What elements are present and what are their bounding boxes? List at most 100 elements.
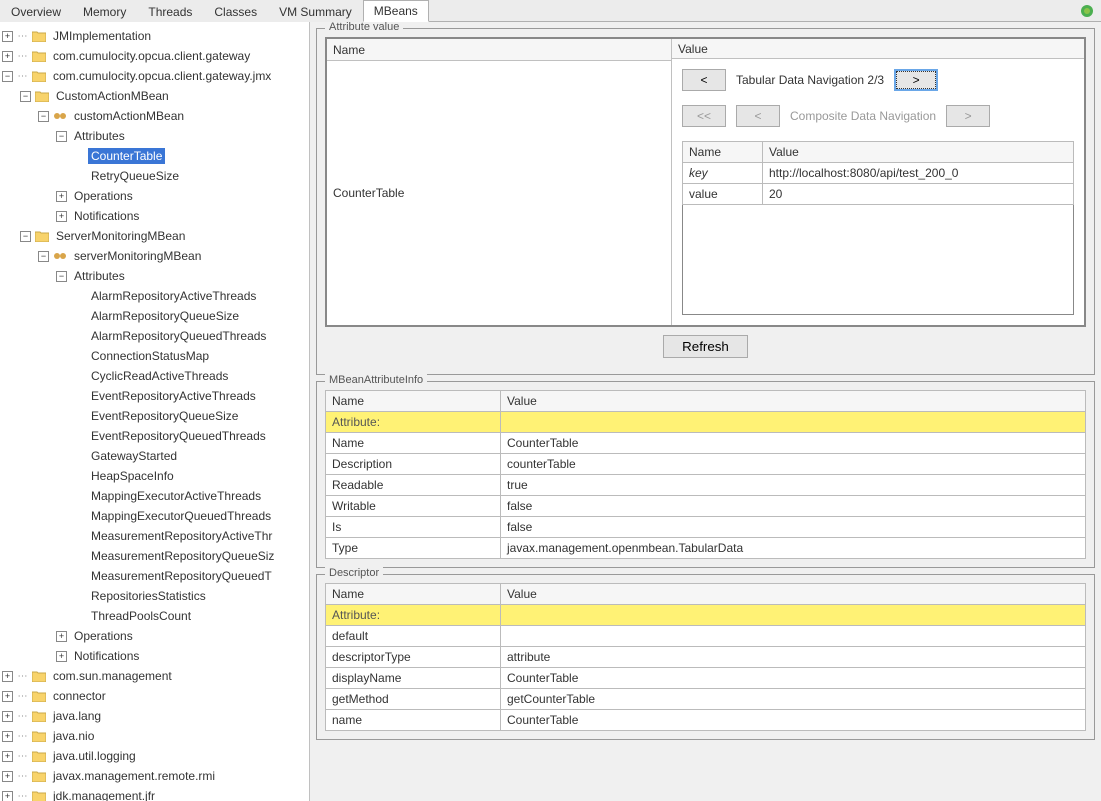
tree-item[interactable]: CustomActionMBean: [53, 88, 172, 104]
expand-icon[interactable]: +: [56, 651, 67, 662]
refresh-button[interactable]: Refresh: [663, 335, 748, 358]
tree-item[interactable]: java.util.logging: [50, 748, 139, 764]
expand-icon[interactable]: +: [2, 731, 13, 742]
tree-item[interactable]: MeasurementRepositoryQueuedT: [88, 568, 275, 584]
table-cell[interactable]: http://localhost:8080/api/test_200_0: [763, 163, 1074, 184]
tree-item[interactable]: AlarmRepositoryQueuedThreads: [88, 328, 269, 344]
tabular-prev-button[interactable]: <: [682, 69, 726, 91]
table-cell[interactable]: value: [683, 184, 763, 205]
tree-item[interactable]: RetryQueueSize: [88, 168, 182, 184]
table-cell[interactable]: getMethod: [326, 689, 501, 710]
col-header-value[interactable]: Value: [501, 391, 1086, 412]
expand-icon[interactable]: +: [2, 691, 13, 702]
attribute-name-cell[interactable]: CounterTable: [333, 186, 404, 200]
tree-item[interactable]: RepositoriesStatistics: [88, 588, 209, 604]
tree-item[interactable]: MappingExecutorQueuedThreads: [88, 508, 274, 524]
table-cell[interactable]: Is: [326, 517, 501, 538]
table-cell[interactable]: displayName: [326, 668, 501, 689]
tree-item[interactable]: EventRepositoryQueuedThreads: [88, 428, 269, 444]
table-cell[interactable]: key: [683, 163, 763, 184]
tree-item[interactable]: MappingExecutorActiveThreads: [88, 488, 264, 504]
expand-icon[interactable]: +: [56, 631, 67, 642]
tree-item[interactable]: GatewayStarted: [88, 448, 180, 464]
tree-item[interactable]: AlarmRepositoryActiveThreads: [88, 288, 259, 304]
tree-item[interactable]: com.cumulocity.opcua.client.gateway: [50, 48, 253, 64]
table-cell[interactable]: Readable: [326, 475, 501, 496]
table-cell[interactable]: Name: [326, 433, 501, 454]
tree-item[interactable]: EventRepositoryQueueSize: [88, 408, 241, 424]
tree-item[interactable]: serverMonitoringMBean: [71, 248, 204, 264]
tree-item[interactable]: connector: [50, 688, 109, 704]
table-cell[interactable]: Writable: [326, 496, 501, 517]
collapse-icon[interactable]: −: [20, 91, 31, 102]
table-cell[interactable]: 20: [763, 184, 1074, 205]
expand-icon[interactable]: +: [2, 31, 13, 42]
expand-icon[interactable]: +: [56, 211, 67, 222]
table-cell[interactable]: descriptorType: [326, 647, 501, 668]
tree-item[interactable]: customActionMBean: [71, 108, 187, 124]
tree-item-notifications[interactable]: Notifications: [71, 208, 142, 224]
tree-item-countertable[interactable]: CounterTable: [88, 148, 165, 164]
tree-item[interactable]: MeasurementRepositoryQueueSiz: [88, 548, 277, 564]
tree-item[interactable]: MeasurementRepositoryActiveThr: [88, 528, 275, 544]
table-cell[interactable]: CounterTable: [501, 433, 1086, 454]
collapse-icon[interactable]: −: [38, 251, 49, 262]
col-header-value[interactable]: Value: [501, 584, 1086, 605]
table-cell[interactable]: javax.management.openmbean.TabularData: [501, 538, 1086, 559]
tab-threads[interactable]: Threads: [137, 1, 203, 22]
inner-col-name[interactable]: Name: [683, 142, 763, 163]
table-cell[interactable]: name: [326, 710, 501, 731]
tree-item[interactable]: javax.management.remote.rmi: [50, 768, 218, 784]
collapse-icon[interactable]: −: [56, 271, 67, 282]
tree-item-attributes[interactable]: Attributes: [71, 128, 128, 144]
tab-vm-summary[interactable]: VM Summary: [268, 1, 363, 22]
tree-item[interactable]: java.lang: [50, 708, 104, 724]
tree-item[interactable]: JMImplementation: [50, 28, 154, 44]
table-cell[interactable]: CounterTable: [501, 668, 1086, 689]
table-cell[interactable]: attribute: [501, 647, 1086, 668]
tab-classes[interactable]: Classes: [203, 1, 268, 22]
table-cell[interactable]: getCounterTable: [501, 689, 1086, 710]
descriptor-table[interactable]: NameValue Attribute: defaultdescriptorTy…: [325, 583, 1086, 731]
tree-item[interactable]: AlarmRepositoryQueueSize: [88, 308, 242, 324]
tree-item[interactable]: HeapSpaceInfo: [88, 468, 177, 484]
table-cell[interactable]: Type: [326, 538, 501, 559]
column-header-name[interactable]: Name: [327, 39, 671, 61]
mbean-tree[interactable]: +⋯JMImplementation +⋯com.cumulocity.opcu…: [0, 22, 310, 801]
tabular-next-button[interactable]: >: [894, 69, 938, 91]
tree-item[interactable]: jdk.management.jfr: [50, 788, 158, 801]
table-cell[interactable]: default: [326, 626, 501, 647]
table-cell[interactable]: false: [501, 496, 1086, 517]
collapse-icon[interactable]: −: [20, 231, 31, 242]
col-header-name[interactable]: Name: [326, 584, 501, 605]
table-cell[interactable]: [501, 626, 1086, 647]
table-cell[interactable]: CounterTable: [501, 710, 1086, 731]
tree-item-attributes[interactable]: Attributes: [71, 268, 128, 284]
tree-item[interactable]: com.sun.management: [50, 668, 175, 684]
tree-item[interactable]: com.cumulocity.opcua.client.gateway.jmx: [50, 68, 274, 84]
col-header-name[interactable]: Name: [326, 391, 501, 412]
tree-item-operations[interactable]: Operations: [71, 628, 136, 644]
expand-icon[interactable]: +: [2, 771, 13, 782]
table-cell[interactable]: false: [501, 517, 1086, 538]
expand-icon[interactable]: +: [2, 671, 13, 682]
tree-item[interactable]: java.nio: [50, 728, 97, 744]
tree-item-operations[interactable]: Operations: [71, 188, 136, 204]
expand-icon[interactable]: +: [2, 711, 13, 722]
table-cell[interactable]: true: [501, 475, 1086, 496]
column-header-value[interactable]: Value: [672, 39, 1084, 59]
mbean-info-table[interactable]: NameValue Attribute: NameCounterTableDes…: [325, 390, 1086, 559]
table-cell[interactable]: Description: [326, 454, 501, 475]
tree-item[interactable]: ConnectionStatusMap: [88, 348, 212, 364]
expand-icon[interactable]: +: [2, 51, 13, 62]
inner-col-value[interactable]: Value: [763, 142, 1074, 163]
expand-icon[interactable]: +: [56, 191, 67, 202]
collapse-icon[interactable]: −: [56, 131, 67, 142]
tab-mbeans[interactable]: MBeans: [363, 0, 429, 22]
tree-item[interactable]: CyclicReadActiveThreads: [88, 368, 231, 384]
tree-item-notifications[interactable]: Notifications: [71, 648, 142, 664]
composite-data-table[interactable]: NameValue keyhttp://localhost:8080/api/t…: [682, 141, 1074, 205]
expand-icon[interactable]: +: [2, 751, 13, 762]
tree-item[interactable]: EventRepositoryActiveThreads: [88, 388, 259, 404]
tree-item[interactable]: ServerMonitoringMBean: [53, 228, 188, 244]
